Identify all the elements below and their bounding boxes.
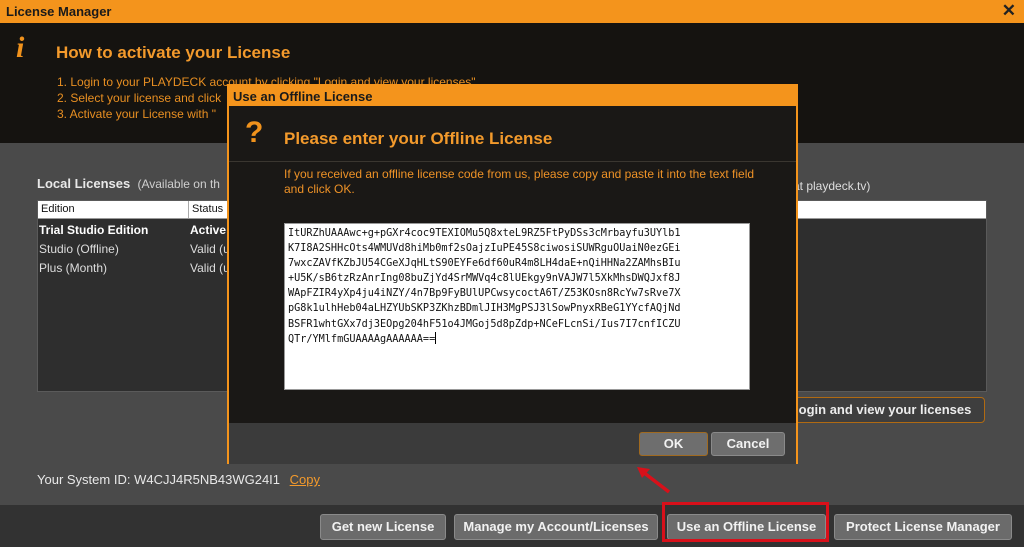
row-status: Valid (u [190,242,230,256]
license-manager-window: License Manager ✕ i How to activate your… [0,0,1024,547]
login-view-licenses-button[interactable]: ogin and view your licenses [785,397,985,423]
dialog-divider [229,161,796,162]
local-licenses-title: Local Licenses (Available on th [37,176,220,191]
question-icon: ? [245,116,264,149]
column-edition[interactable]: Edition [41,203,75,215]
info-icon: i [16,31,25,64]
playdeck-note: at playdeck.tv) [793,179,871,193]
info-step-2: 2. Select your license and click [57,91,222,105]
license-line: BSFR1whtGXx7dj3EOpg204hF51o4JMGoj5d8pZdp… [288,318,681,330]
window-title: License Manager [6,4,112,19]
license-line: WApFZIR4yXp4ju4iNZY/4n7Bp9FyBUlUPCwsycoc… [288,288,681,300]
dialog-description: If you received an offline license code … [284,167,755,196]
license-line: K7I8A2SHHcOts4WMUVd8hiMb0mf2sOajzIuPE45S… [288,243,681,255]
column-status[interactable]: Status [192,203,223,215]
pointer-arrow-icon [637,467,671,494]
text-caret [435,331,437,344]
system-id-row: Your System ID: W4CJJ4R5NB43WG24I1 Copy [37,472,320,487]
license-line: ItURZhUAAAwc+g+pGXr4coc9TEXIOMu5Q8xteL9R… [288,228,681,239]
info-step-3: 3. Activate your License with " [57,107,217,121]
close-icon[interactable]: ✕ [1002,1,1016,21]
info-heading: How to activate your License [56,43,291,62]
local-licenses-label: Local Licenses [37,176,131,191]
dialog-title: Use an Offline License [233,89,373,104]
protect-license-manager-button[interactable]: Protect License Manager [834,514,1012,540]
license-text: ItURZhUAAAwc+g+pGXr4coc9TEXIOMu5Q8xteL9R… [288,226,746,347]
license-line: 7wxcZAVfKZbJU54CGeXJqHLtS90EYFe6df60uR4m… [288,258,681,270]
system-id-label: Your System ID: [37,472,131,487]
local-licenses-subtitle: (Available on th [137,177,220,191]
offline-license-dialog: Use an Offline License ? Please enter yo… [227,84,798,464]
manage-account-button[interactable]: Manage my Account/Licenses [454,514,658,540]
cancel-button[interactable]: Cancel [711,432,785,456]
get-new-license-button[interactable]: Get new License [320,514,446,540]
license-line: +U5K/sB6tzRzAnrIng08buZjYd4SrMWVq4c8lUEk… [288,273,681,285]
row-status: Active [190,223,227,237]
title-bar[interactable]: License Manager ✕ [0,0,1024,23]
row-edition: Plus (Month) [39,261,108,275]
column-divider [188,201,189,218]
bottom-bar: Get new License Manage my Account/Licens… [0,505,1024,547]
license-line: pG8k1ulhHeb04aLHZYUbSKP3ZKhzBDmlJIH3MgPS… [288,303,681,315]
dialog-title-bar[interactable]: Use an Offline License [229,86,796,106]
license-text-field[interactable]: ItURZhUAAAwc+g+pGXr4coc9TEXIOMu5Q8xteL9R… [284,223,750,390]
row-status: Valid (u [190,261,230,275]
license-line: QTr/YMlfmGUAAAAgAAAAAA== [288,333,436,345]
dialog-footer: OK Cancel [229,423,796,464]
copy-link[interactable]: Copy [290,472,320,487]
ok-button[interactable]: OK [639,432,708,456]
license-line-last: QTr/YMlfmGUAAAAgAAAAAA== [288,331,746,347]
dialog-heading: Please enter your Offline License [284,129,553,148]
row-edition: Trial Studio Edition [39,223,149,237]
highlight-box [662,502,829,542]
row-edition: Studio (Offline) [39,242,119,256]
system-id-value: W4CJJ4R5NB43WG24I1 [134,472,281,487]
